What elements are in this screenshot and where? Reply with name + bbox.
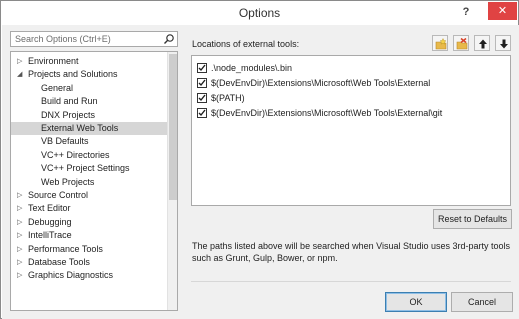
tree-item[interactable]: ▷ Text Editor [11, 202, 168, 215]
tree-item-label: Build and Run [41, 96, 98, 107]
scrollbar-thumb[interactable] [169, 54, 177, 200]
add-location-button[interactable] [432, 35, 448, 51]
search-icon [164, 34, 174, 44]
checkmark-icon [198, 64, 206, 72]
tree-item[interactable]: ▷ Database Tools [11, 256, 168, 269]
tree-item[interactable]: Build and Run [11, 95, 168, 108]
tree-item-label: Debugging [28, 216, 72, 227]
tree-item-label: Projects and Solutions [28, 69, 118, 80]
tree-item-label: Graphics Diagnostics [28, 270, 114, 281]
tree-item[interactable]: ▷ IntelliTrace [11, 229, 168, 242]
collapsed-arrow-icon[interactable]: ▷ [17, 189, 22, 202]
locations-label: Locations of external tools: [192, 39, 300, 49]
location-item[interactable]: .\node_modules\.bin [197, 62, 507, 75]
collapsed-arrow-icon[interactable]: ▷ [17, 55, 22, 68]
options-tree[interactable]: ▷ Environment ◢ Projects and Solutions Gener… [10, 51, 178, 311]
move-down-icon [500, 39, 508, 49]
move-up-button[interactable] [474, 35, 490, 51]
window-title: Options [238, 6, 281, 20]
tree-scrollbar[interactable] [167, 52, 177, 310]
tree-item-label: Web Projects [41, 176, 95, 187]
collapsed-arrow-icon[interactable]: ▷ [17, 216, 22, 229]
tree-item[interactable]: ▷ Debugging [11, 216, 168, 229]
tree-item-label: Source Control [28, 190, 89, 200]
location-path: $(DevEnvDir)\Extensions\Microsoft\Web To… [211, 78, 431, 88]
remove-folder-icon [456, 38, 468, 50]
collapsed-arrow-icon[interactable]: ▷ [17, 243, 22, 256]
tree-item[interactable]: ▷ Performance Tools [11, 243, 168, 256]
tree-item-label: DNX Projects [41, 109, 96, 120]
tree-item[interactable]: ▷ Environment [11, 55, 168, 68]
tree-item[interactable]: ◢ Projects and Solutions [11, 68, 168, 81]
tree-item[interactable]: Web Projects [11, 176, 168, 189]
checkmark-icon [198, 79, 206, 87]
search-input[interactable]: Search Options (Ctrl+E) [10, 31, 178, 47]
location-checkbox[interactable] [197, 108, 207, 118]
location-path: $(PATH) [211, 93, 245, 103]
tree-item[interactable]: VC++ Project Settings [11, 162, 168, 175]
expanded-arrow-icon[interactable]: ◢ [17, 68, 22, 81]
tree-item[interactable]: General [11, 82, 168, 95]
move-up-icon [479, 39, 487, 49]
tree-item-label: Performance Tools [28, 243, 103, 254]
location-checkbox[interactable] [197, 93, 207, 103]
tree-item[interactable]: DNX Projects [11, 109, 168, 122]
move-down-button[interactable] [495, 35, 511, 51]
tree-item[interactable]: VB Defaults [11, 135, 168, 148]
title-bar: Options ? ✕ [1, 1, 518, 25]
tree-item-label: General [41, 82, 74, 93]
close-button[interactable]: ✕ [488, 2, 517, 20]
tree-item-label: Environment [28, 56, 79, 66]
cancel-button[interactable]: Cancel [451, 292, 513, 312]
collapsed-arrow-icon[interactable]: ▷ [17, 202, 22, 215]
tree-item-label: VB Defaults [41, 136, 89, 147]
remove-location-button[interactable] [453, 35, 469, 51]
tree-item-label: Database Tools [28, 257, 90, 267]
ok-button[interactable]: OK [385, 292, 447, 312]
collapsed-arrow-icon[interactable]: ▷ [17, 229, 22, 242]
location-path: .\node_modules\.bin [211, 63, 293, 73]
reset-to-defaults-button[interactable]: Reset to Defaults [433, 209, 512, 229]
tree-item[interactable]: ▷ Source Control [11, 189, 168, 202]
collapsed-arrow-icon[interactable]: ▷ [17, 256, 22, 269]
checkmark-icon [198, 94, 206, 102]
tree-item-label: IntelliTrace [28, 230, 72, 241]
options-dialog: Options ? ✕ Search Options (Ctrl+E) ▷ Env… [0, 0, 519, 319]
tree-item-label: VC++ Project Settings [41, 163, 130, 174]
tree-item[interactable]: VC++ Directories [11, 149, 168, 162]
tree-item-label: Text Editor [28, 203, 71, 214]
location-checkbox[interactable] [197, 78, 207, 88]
tree-item[interactable]: External Web Tools [11, 122, 168, 135]
tree-item-label: External Web Tools [41, 123, 119, 133]
dialog-body: Search Options (Ctrl+E) ▷ Environment ◢ Pro… [2, 25, 519, 319]
location-checkbox[interactable] [197, 63, 207, 73]
search-placeholder: Search Options (Ctrl+E) [15, 34, 111, 44]
help-button[interactable]: ? [459, 5, 473, 19]
tree-item[interactable]: ▷ Graphics Diagnostics [11, 269, 168, 282]
collapsed-arrow-icon[interactable]: ▷ [17, 269, 22, 282]
tree-item-label: VC++ Directories [41, 149, 110, 160]
divider [191, 281, 511, 282]
location-item[interactable]: $(PATH) [197, 92, 507, 105]
info-text: The paths listed above will be searched … [192, 241, 511, 263]
location-path: $(DevEnvDir)\Extensions\Microsoft\Web To… [211, 108, 443, 118]
locations-list[interactable]: .\node_modules\.bin $(DevEnvDir)\Extensio… [191, 55, 511, 206]
add-folder-icon [435, 38, 447, 50]
location-item[interactable]: $(DevEnvDir)\Extensions\Microsoft\Web To… [197, 77, 507, 90]
checkmark-icon [198, 109, 206, 117]
location-item[interactable]: $(DevEnvDir)\Extensions\Microsoft\Web To… [197, 107, 507, 120]
